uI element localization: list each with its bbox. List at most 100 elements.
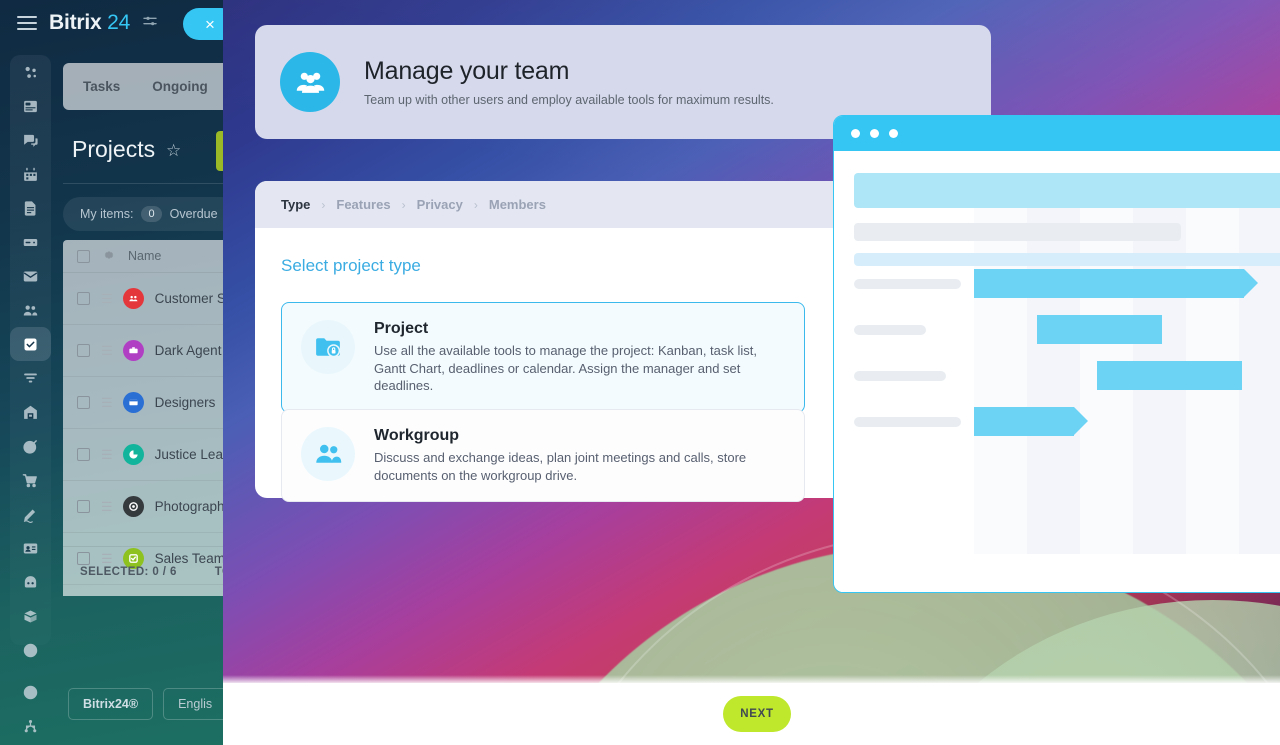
option-project-description: Use all the available tools to manage th… — [374, 343, 757, 394]
sidebar-item-contact-center[interactable] — [10, 531, 51, 565]
selected-value: 0 / 6 — [152, 565, 177, 578]
favorite-star-icon[interactable]: ☆ — [166, 141, 181, 161]
sidebar-item-market-box[interactable] — [10, 599, 51, 633]
gantt-preview-window — [833, 115, 1280, 593]
sidebar-item-chat[interactable] — [10, 123, 51, 157]
table-row[interactable]: ☰ Designers — [63, 377, 223, 429]
help-icon[interactable] — [10, 675, 51, 709]
gantt-task-bar[interactable] — [1097, 361, 1242, 390]
option-workgroup[interactable]: Workgroup Discuss and exchange ideas, pl… — [281, 409, 805, 503]
logo-number: 24 — [107, 11, 131, 34]
wizard-title: Manage your team — [364, 57, 570, 85]
background-bottom-fade — [223, 675, 1280, 683]
gantt-window-titlebar — [834, 116, 1280, 151]
step-privacy[interactable]: Privacy — [417, 197, 463, 212]
row-checkbox[interactable] — [77, 500, 90, 513]
gantt-window-body — [834, 151, 1280, 592]
grid-rows: ☰ Customer S ☰ Dark Agent ☰ Designers ☰ … — [63, 273, 223, 585]
avatar — [122, 340, 144, 361]
drag-handle-icon[interactable]: ☰ — [101, 395, 113, 411]
step-members[interactable]: Members — [489, 197, 546, 212]
selected-label: SELECTED: 0 / 6 — [80, 566, 177, 578]
table-row[interactable]: ☰ Photograph — [63, 481, 223, 533]
option-workgroup-title: Workgroup — [374, 427, 460, 444]
divider — [63, 183, 223, 184]
grid-header-row: Name — [63, 240, 223, 273]
sliders-icon[interactable] — [142, 13, 158, 33]
row-checkbox[interactable] — [77, 448, 90, 461]
sidebar-item-funnel-crm[interactable] — [10, 361, 51, 395]
bitrix24-badge[interactable]: Bitrix24® — [68, 688, 154, 720]
avatar — [122, 392, 144, 413]
traffic-light-minimize-icon[interactable] — [870, 129, 879, 138]
avatar — [122, 496, 144, 517]
table-row[interactable]: ☰ Dark Agent — [63, 325, 223, 377]
gantt-task-bar[interactable] — [1037, 315, 1162, 344]
section-title: Select project type — [281, 256, 421, 275]
drag-handle-icon[interactable]: ☰ — [101, 291, 113, 307]
row-checkbox[interactable] — [77, 292, 90, 305]
row-checkbox[interactable] — [77, 396, 90, 409]
step-type[interactable]: Type — [281, 197, 310, 212]
skeleton-header-block — [854, 173, 1280, 208]
sidebar-item-sites-pen[interactable] — [10, 497, 51, 531]
option-project[interactable]: Project Use all the available tools to m… — [281, 302, 805, 414]
step-features[interactable]: Features — [336, 197, 390, 212]
avatar — [122, 288, 144, 309]
two-people-icon — [301, 427, 355, 481]
grid-column-name: Name — [128, 249, 162, 263]
sidebar-item-online-store[interactable] — [10, 463, 51, 497]
skeleton-divider — [854, 253, 1280, 266]
gantt-row-label — [854, 371, 946, 381]
drag-handle-icon[interactable]: ☰ — [101, 343, 113, 359]
tab-ongoing[interactable]: Ongoing — [152, 79, 207, 94]
chevron-right-icon: › — [401, 197, 406, 212]
folder-lock-icon — [301, 320, 355, 374]
sidebar-item-tasks[interactable] — [10, 327, 51, 361]
filter-overdue-label[interactable]: Overdue — [170, 207, 218, 221]
sidebar-item-documents[interactable] — [10, 191, 51, 225]
drag-handle-icon[interactable]: ☰ — [101, 447, 113, 463]
sidebar-item-activity-stream[interactable] — [10, 55, 51, 89]
projects-grid: Name ☰ Customer S ☰ Dark Agent ☰ Designe… — [63, 240, 223, 596]
app-footer: Bitrix24® Englis — [68, 688, 223, 720]
table-row[interactable]: ☰ Customer S — [63, 273, 223, 325]
gantt-row-label — [854, 325, 926, 335]
menu-burger-icon[interactable] — [17, 16, 37, 30]
traffic-light-close-icon[interactable] — [851, 129, 860, 138]
row-name: Designers — [154, 395, 216, 410]
sidebar-item-company[interactable] — [10, 395, 51, 429]
table-row[interactable]: ☰ Justice Lea — [63, 429, 223, 481]
gear-icon[interactable] — [103, 249, 115, 264]
row-name: Photograph — [154, 499, 223, 514]
sidebar-item-marketing-target[interactable] — [10, 429, 51, 463]
add-project-button[interactable] — [216, 131, 223, 171]
option-workgroup-description: Discuss and exchange ideas, plan joint m… — [374, 450, 747, 483]
row-checkbox[interactable] — [77, 344, 90, 357]
page-title: Projects — [72, 136, 156, 162]
gantt-row-label — [854, 279, 961, 289]
sitemap-icon[interactable] — [10, 709, 51, 743]
next-button[interactable]: NEXT — [723, 696, 791, 732]
select-all-checkbox[interactable] — [77, 249, 90, 263]
traffic-light-maximize-icon[interactable] — [889, 129, 898, 138]
sidebar-item-news-feed[interactable] — [10, 89, 51, 123]
sidebar-item-automation-bot[interactable] — [10, 565, 51, 599]
language-selector[interactable]: Englis — [163, 688, 223, 720]
avatar — [122, 444, 144, 465]
sidebar-item-drive[interactable] — [10, 225, 51, 259]
chevron-right-icon: › — [321, 197, 326, 212]
drag-handle-icon[interactable]: ☰ — [101, 499, 113, 515]
app-logo: Bitrix 24 — [49, 11, 130, 35]
team-people-icon — [280, 52, 340, 112]
tab-tasks[interactable]: Tasks — [83, 79, 120, 94]
filter-bar[interactable]: My items: 0 Overdue — [63, 197, 223, 231]
sidebar-item-calendar[interactable] — [10, 157, 51, 191]
gantt-task-bar[interactable] — [974, 407, 1088, 436]
close-button[interactable]: × — [183, 8, 223, 40]
sidebar-item-mail[interactable] — [10, 259, 51, 293]
gantt-task-bar[interactable] — [974, 269, 1258, 298]
sidebar-item-more-chevron[interactable] — [10, 633, 51, 667]
wizard-header-text: Manage your team Team up with other user… — [364, 57, 774, 107]
sidebar-item-employees[interactable] — [10, 293, 51, 327]
